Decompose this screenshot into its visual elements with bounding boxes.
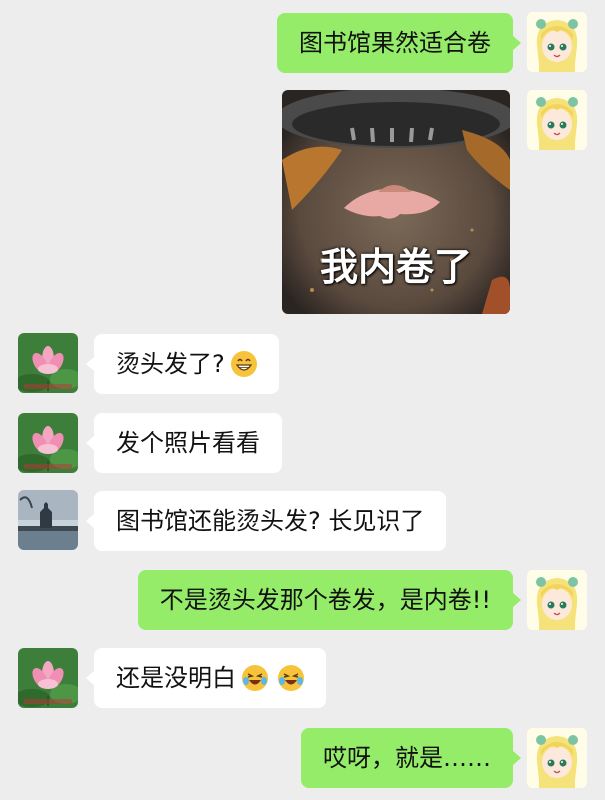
message-bubble[interactable]: 图书馆还能烫头发? 长见识了 [85, 491, 447, 551]
anime-girl-avatar-icon [527, 12, 587, 72]
laughing-tears-emoji-icon [277, 664, 305, 692]
grin-emoji-icon [229, 350, 258, 378]
anime-girl-avatar-icon [527, 570, 587, 630]
message-text: 发个照片看看 [116, 429, 260, 457]
pagoda-lake-avatar-icon [18, 490, 78, 550]
avatar-contact-lotus[interactable] [18, 648, 78, 708]
message-bubble[interactable]: 发个照片看看 [86, 413, 282, 473]
avatar-self[interactable] [527, 90, 587, 150]
message-text: 哎呀，就是…… [323, 744, 491, 772]
anime-girl-avatar-icon [527, 90, 587, 150]
message-text: 图书馆还能烫头发? 长见识了 [116, 507, 425, 535]
lotus-avatar-icon [18, 648, 78, 708]
avatar-contact-lotus[interactable] [18, 413, 78, 473]
message-bubble[interactable]: 烫头发了? [86, 334, 279, 394]
message-bubble[interactable]: 不是烫头发那个卷发，是内卷!! [137, 570, 522, 630]
lotus-avatar-icon [18, 333, 78, 393]
message-bubble[interactable]: 哎呀，就是…… [301, 728, 521, 788]
message-bubble[interactable]: 还是没明白 [86, 648, 326, 708]
avatar-self[interactable] [527, 12, 587, 72]
message-bubble[interactable]: 图书馆果然适合卷 [277, 13, 521, 73]
message-text: 不是烫头发那个卷发，是内卷!! [159, 586, 491, 614]
avatar-contact-lotus[interactable] [18, 333, 78, 393]
image-message[interactable]: 我内卷了 [282, 90, 510, 314]
anime-girl-avatar-icon [527, 728, 587, 788]
message-text: 还是没明白 [116, 664, 236, 692]
avatar-self[interactable] [527, 570, 587, 630]
avatar-contact-pagoda[interactable] [18, 490, 78, 550]
image-caption: 我内卷了 [319, 245, 472, 289]
avatar-self[interactable] [527, 728, 587, 788]
message-text: 烫头发了? [116, 350, 225, 378]
message-text: 图书馆果然适合卷 [299, 29, 491, 57]
laughing-tears-emoji-icon [241, 664, 269, 692]
lotus-avatar-icon [18, 413, 78, 473]
